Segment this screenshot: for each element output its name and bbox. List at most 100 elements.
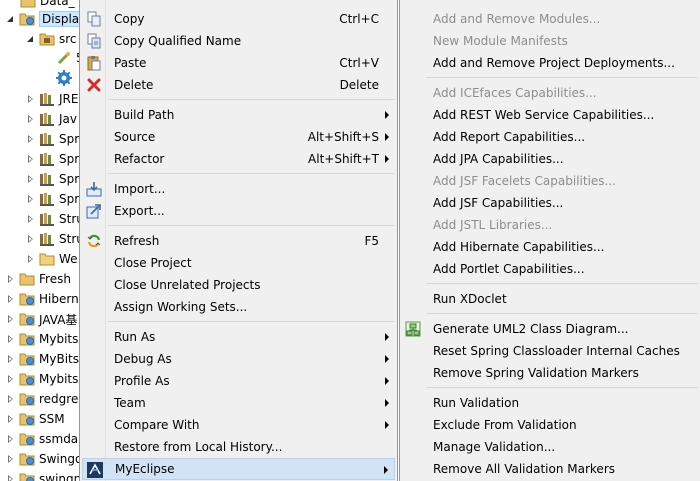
submenu-item-add-remove-modules: Add and Remove Modules... [433,12,601,26]
tree-item-webroot[interactable]: We [26,249,78,269]
tree-item-jre[interactable]: JRE [26,89,78,109]
submenu-arrow-icon [385,111,389,119]
refresh-icon [86,233,102,249]
submenu-item-add-jsf[interactable]: Add JSF Capabilities... [402,192,699,214]
library-icon [39,191,55,207]
expand-arrow-icon[interactable] [26,174,35,184]
expand-arrow-icon[interactable] [6,374,15,384]
submenu-item-add-portlet[interactable]: Add Portlet Capabilities... [402,258,699,280]
menu-item-export[interactable]: Export... [82,200,395,222]
menu-item-refresh[interactable]: Refresh F5 [82,230,395,252]
menu-item-copy[interactable]: Copy Ctrl+C [82,8,395,30]
menu-separator [108,99,394,100]
tree-item-ssmdata[interactable]: ssmda [6,429,78,449]
expand-arrow-icon[interactable] [6,294,15,304]
myeclipse-submenu: Add and Remove Modules... New Module Man… [399,0,700,481]
tree-item-swingo[interactable]: Swingo [6,449,80,469]
submenu-item-add-icefaces: Add ICEfaces Capabilities... [433,86,597,100]
expand-arrow-icon[interactable] [26,94,35,104]
expand-arrow-icon[interactable] [26,114,35,124]
expand-arrow-icon[interactable] [26,214,35,224]
submenu-separator [426,387,698,388]
tree-item-spring-3[interactable]: Spr [26,169,79,189]
submenu-item-reset-spring-cache[interactable]: Reset Spring Classloader Internal Caches [402,340,699,362]
menu-item-restore-local-history[interactable]: Restore from Local History... [82,436,395,458]
submenu-item-remove-validation-markers[interactable]: Remove All Validation Markers [402,458,699,480]
tree-item-ssm[interactable]: SSM [6,409,65,429]
tree-item-spring-1[interactable]: Spr [26,129,79,149]
web-project-icon [19,371,35,387]
submenu-item-add-jpa[interactable]: Add JPA Capabilities... [402,148,699,170]
tree-item-mybits-2[interactable]: MyBits [6,349,79,369]
expand-arrow-icon[interactable] [6,434,15,444]
import-icon [86,181,102,197]
menu-item-paste[interactable]: Paste Ctrl+V [82,52,395,74]
tree-item-java-basic[interactable]: JAVA基 [6,309,77,329]
tree-item-java-file[interactable]: 5 [56,48,80,68]
expand-arrow-icon[interactable] [6,474,15,481]
menu-item-import[interactable]: Import... [82,178,395,200]
submenu-item-add-hibernate[interactable]: Add Hibernate Capabilities... [402,236,699,258]
tree-item-src[interactable]: src [26,29,77,49]
menu-item-compare-with[interactable]: Compare With [82,414,395,436]
submenu-item-add-rest-ws[interactable]: Add REST Web Service Capabilities... [402,104,699,126]
menu-item-profile-as[interactable]: Profile As [82,370,395,392]
expand-arrow-icon[interactable] [6,274,15,284]
expand-arrow-icon[interactable] [6,414,15,424]
menu-item-refactor[interactable]: Refactor Alt+Shift+T [82,148,395,170]
expand-arrow-icon[interactable] [26,234,35,244]
tree-item-spring-2[interactable]: Spr [26,149,79,169]
tree-item-java-lib[interactable]: Jav [26,109,77,129]
menu-item-close-project[interactable]: Close Project [82,252,395,274]
submenu-item-remove-spring-markers[interactable]: Remove Spring Validation Markers [402,362,699,384]
folder-icon [39,251,55,267]
collapse-arrow-icon[interactable] [6,15,15,24]
web-project-icon [19,331,35,347]
expand-arrow-icon[interactable] [6,354,15,364]
submenu-item-exclude-validation[interactable]: Exclude From Validation [402,414,699,436]
tree-item-hibernate[interactable]: Hibern [6,289,79,309]
package-explorer-tree: Data_ Displa src 5 JRE Jav Spr Spr Spr S… [0,0,80,481]
menu-item-debug-as[interactable]: Debug As [82,348,395,370]
tree-item-config[interactable] [56,68,76,88]
menu-item-run-as[interactable]: Run As [82,326,395,348]
menu-item-team[interactable]: Team [82,392,395,414]
web-project-icon [19,11,35,27]
submenu-item-add-jsf-facelets: Add JSF Facelets Capabilities... [433,174,616,188]
tree-item-redgreen[interactable]: redgre [6,389,78,409]
web-project-icon [19,451,35,467]
collapse-arrow-icon[interactable] [26,35,35,44]
menu-item-myeclipse[interactable]: MyEclipse [82,458,395,480]
submenu-item-add-remove-deployments[interactable]: Add and Remove Project Deployments... [402,52,699,74]
menu-item-close-unrelated-projects[interactable]: Close Unrelated Projects [82,274,395,296]
menu-item-build-path[interactable]: Build Path [82,104,395,126]
expand-arrow-icon[interactable] [26,254,35,264]
menu-item-copy-qualified-name[interactable]: Copy Qualified Name [82,30,395,52]
tree-item-display-project[interactable]: Displa [6,9,80,29]
expand-arrow-icon[interactable] [26,194,35,204]
submenu-item-run-xdoclet[interactable]: Run XDoclet [402,288,699,310]
tree-item-struts-1[interactable]: Stru [26,209,80,229]
tree-item-struts-2[interactable]: Stru [26,229,80,249]
expand-arrow-icon[interactable] [6,334,15,344]
submenu-separator [426,313,698,314]
submenu-item-run-validation[interactable]: Run Validation [402,392,699,414]
menu-item-assign-working-sets[interactable]: Assign Working Sets... [82,296,395,318]
tree-item-swingn[interactable]: swingn [6,469,80,481]
expand-arrow-icon[interactable] [6,314,15,324]
expand-arrow-icon[interactable] [6,454,15,464]
menu-separator [108,225,394,226]
tree-item-fresh[interactable]: Fresh [6,269,71,289]
expand-arrow-icon[interactable] [26,154,35,164]
submenu-item-add-report[interactable]: Add Report Capabilities... [402,126,699,148]
submenu-item-generate-uml2[interactable]: Generate UML2 Class Diagram... [402,318,699,340]
java-file-icon [56,50,72,66]
expand-arrow-icon[interactable] [26,134,35,144]
menu-item-source[interactable]: Source Alt+Shift+S [82,126,395,148]
submenu-item-manage-validation[interactable]: Manage Validation... [402,436,699,458]
expand-arrow-icon[interactable] [6,394,15,404]
tree-item-mybits-1[interactable]: Mybits [6,329,78,349]
menu-item-delete[interactable]: Delete Delete [82,74,395,96]
tree-item-mybits-3[interactable]: Mybits [6,369,78,389]
tree-item-spring-4[interactable]: Spr [26,189,79,209]
